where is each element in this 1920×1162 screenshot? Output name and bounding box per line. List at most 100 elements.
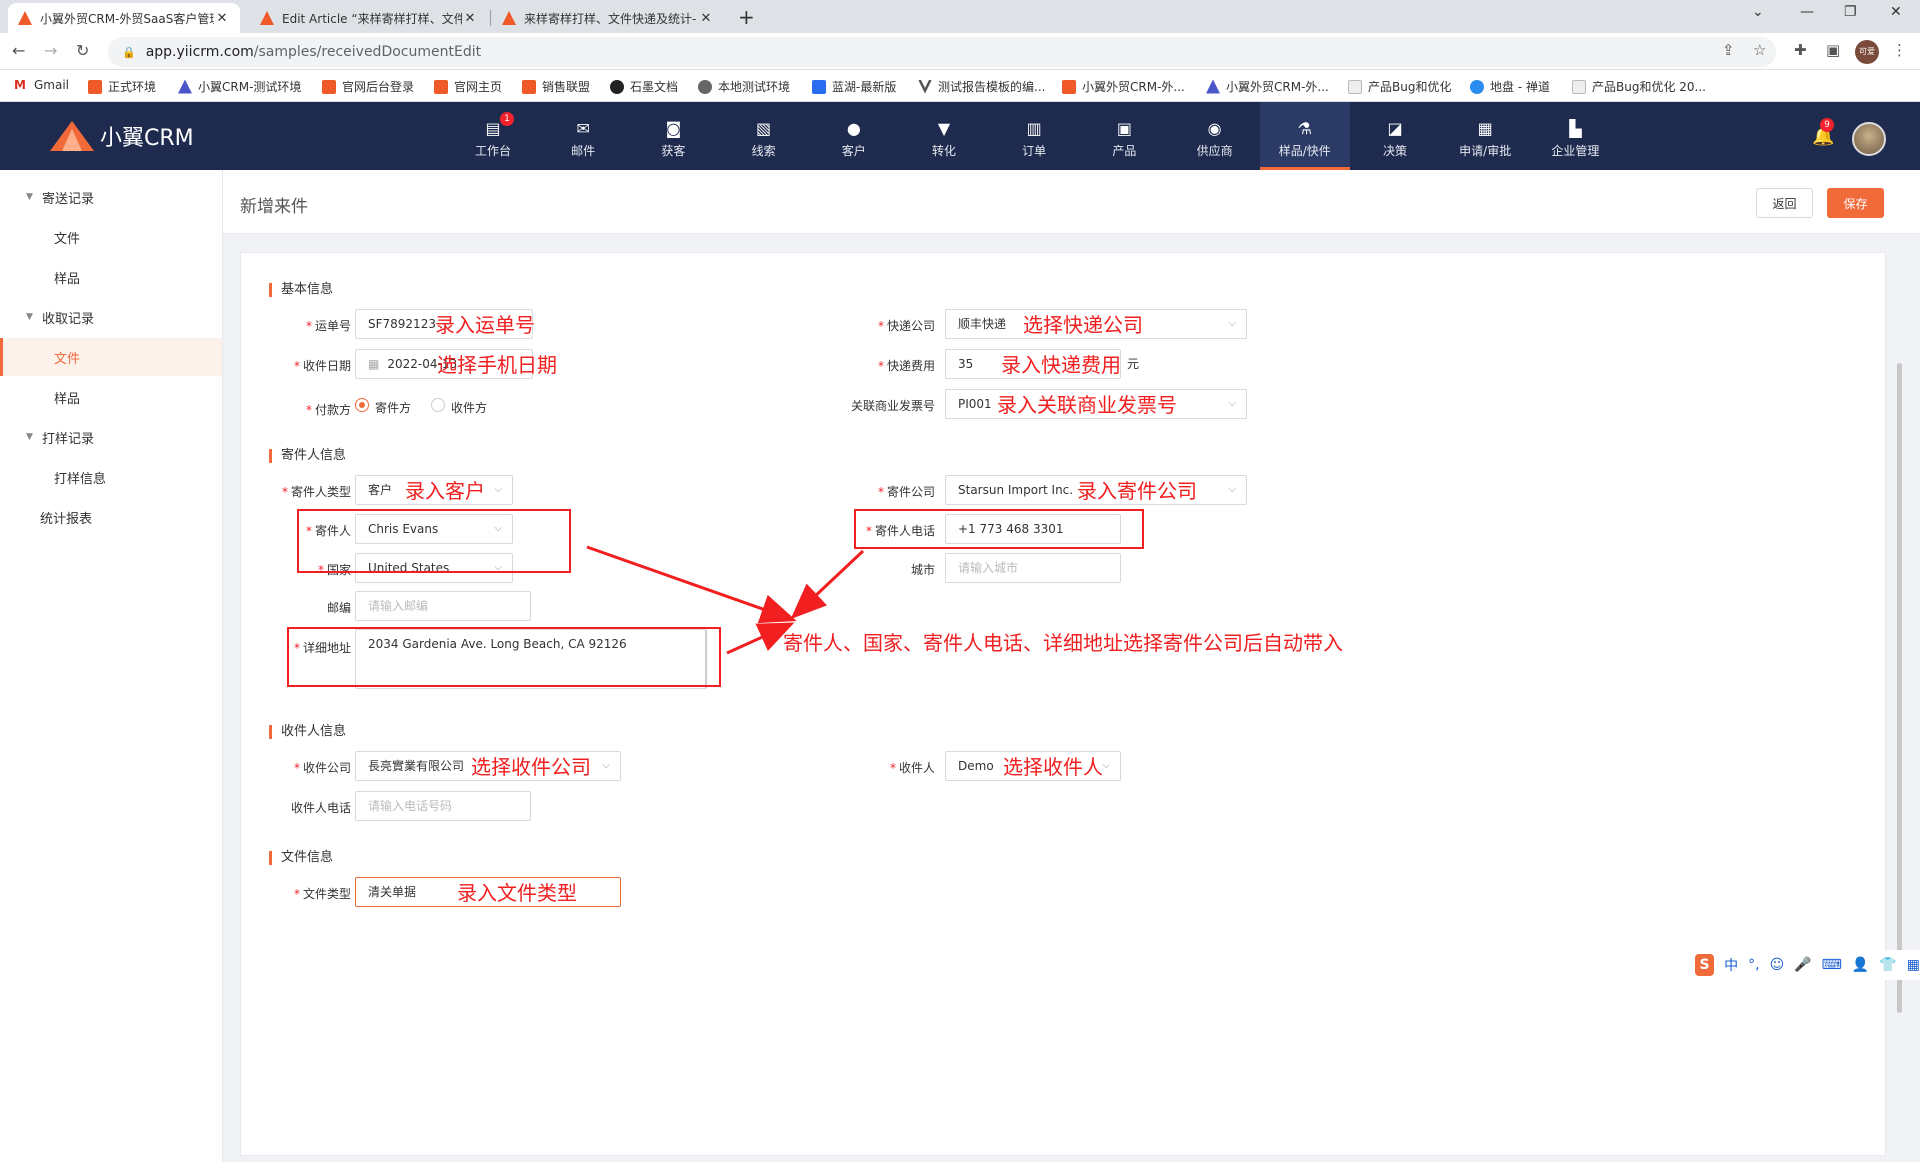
annotation-receiver-company: 选择收件公司	[471, 755, 591, 779]
doc-type-label: * 文件类型	[293, 887, 351, 901]
emoji-icon[interactable]: ☺	[1770, 957, 1785, 973]
share-icon[interactable]: ⇪	[1722, 41, 1735, 59]
mic-icon[interactable]: 🎤	[1794, 957, 1811, 973]
tab-title: 小翼外贸CRM-外贸SaaS客户管理	[40, 11, 214, 26]
approval-icon: ▦	[1477, 119, 1493, 138]
bookmark-label: 官网后台登录	[342, 80, 415, 94]
browser-tab-active[interactable]: 小翼外贸CRM-外贸SaaS客户管理 ✕	[8, 3, 240, 33]
url-host: app.yiicrm.com	[145, 44, 254, 60]
tab-close-icon[interactable]: ✕	[462, 11, 478, 26]
ime-mode[interactable]: 中	[1724, 955, 1738, 975]
nav-item[interactable]: ▤ 工作台 1	[448, 102, 538, 170]
sidebar-item[interactable]: 打样信息	[0, 458, 222, 496]
nav-item[interactable]: ▙ 企业管理	[1530, 102, 1620, 170]
sidebar-item[interactable]: 文件	[0, 218, 222, 256]
address-bar[interactable]: 🔒 app.yiicrm.com/samples/receivedDocumen…	[108, 37, 1776, 67]
nav-item[interactable]: ◪ 决策	[1350, 102, 1440, 170]
sidebar-item[interactable]: 文件	[0, 338, 222, 376]
nav-label: 产品	[1112, 144, 1137, 158]
close-window-icon[interactable]: ✕	[1890, 4, 1902, 20]
sidebar-label: 收取记录	[42, 311, 95, 327]
save-button[interactable]: 保存	[1827, 188, 1884, 218]
bookmark-item[interactable]: 测试报告模板的编...	[918, 78, 1045, 95]
sogou-ime-icon[interactable]: S	[1695, 954, 1715, 976]
app-logo[interactable]: 小翼CRM	[50, 120, 194, 152]
bookmark-item[interactable]: 地盘 - 禅道	[1470, 78, 1550, 95]
tab-search-icon[interactable]: ⌄	[1752, 4, 1764, 20]
lanhu-icon	[812, 79, 826, 94]
nav-item[interactable]: ▥ 订单	[989, 102, 1079, 170]
bookmark-item[interactable]: 小翼外贸CRM-外...	[1062, 78, 1185, 95]
punctuation-icon[interactable]: °,	[1748, 957, 1759, 973]
annotation-courier: 选择快递公司	[1023, 313, 1143, 337]
back-icon[interactable]: ←	[12, 41, 25, 60]
sidebar-group[interactable]: ▼ 寄送记录	[0, 178, 222, 216]
dashboard-icon: ▤	[485, 119, 501, 138]
extensions-icon[interactable]: ✚	[1794, 41, 1807, 59]
maximize-icon[interactable]: ❐	[1844, 4, 1857, 20]
user-avatar[interactable]	[1852, 122, 1886, 156]
keyboard-icon[interactable]: ⌨	[1822, 957, 1842, 973]
tab-close-icon[interactable]: ✕	[214, 11, 230, 26]
nav-item[interactable]: ▧ 线索	[719, 102, 809, 170]
receiver-phone-label: 收件人电话	[290, 801, 351, 815]
menu-kebab-icon[interactable]: ⋮	[1892, 41, 1907, 59]
arrow-line	[790, 549, 865, 620]
back-button[interactable]: 返回	[1756, 188, 1813, 218]
nav-item[interactable]: ▦ 申请/审批	[1440, 102, 1530, 170]
skin-icon[interactable]: 👕	[1879, 957, 1896, 973]
bookmark-label: 蓝湖-最新版	[832, 80, 897, 94]
bookmark-item[interactable]: 产品Bug和优化	[1348, 78, 1451, 95]
sidebar-group[interactable]: ▼ 打样记录	[0, 418, 222, 456]
logo-text: 小翼CRM	[100, 126, 194, 151]
sidebar-item[interactable]: 样品	[0, 258, 222, 296]
new-tab-icon[interactable]: +	[738, 5, 755, 29]
user-icon[interactable]: 👤	[1852, 957, 1869, 973]
bookmark-item[interactable]: M Gmail	[14, 78, 69, 92]
sidebar-item[interactable]: 样品	[0, 378, 222, 416]
crm-icon	[1062, 79, 1076, 94]
reload-icon[interactable]: ↻	[76, 41, 89, 60]
bookmark-item[interactable]: 小翼外贸CRM-外...	[1206, 78, 1329, 95]
nav-item[interactable]: ◉ 供应商	[1170, 102, 1260, 170]
crm-icon	[434, 79, 448, 94]
bookmark-label: 正式环境	[108, 80, 157, 94]
report-icon	[918, 79, 932, 94]
bookmark-item[interactable]: 官网后台登录	[322, 78, 414, 95]
browser-tab[interactable]: Edit Article “来样寄样打样、文件 ✕	[250, 3, 488, 33]
bookmark-item[interactable]: 销售联盟	[522, 78, 590, 95]
chevron-down-icon: ⌵	[1102, 760, 1110, 771]
sidebar-group[interactable]: ▼ 收取记录	[0, 298, 222, 336]
receiver-label: * 收件人	[889, 761, 935, 775]
side-panel-icon[interactable]: ▣	[1826, 41, 1840, 59]
bookmark-item[interactable]: 石墨文档	[610, 78, 678, 95]
sidebar-group[interactable]: 统计报表	[0, 498, 222, 536]
profile-avatar[interactable]: 可爱	[1855, 40, 1879, 64]
chart-icon: ◪	[1387, 119, 1403, 138]
nav-item[interactable]: ▼ 转化	[899, 102, 989, 170]
nav-item[interactable]: ✉ 邮件	[538, 102, 628, 170]
bookmark-star-icon[interactable]: ☆	[1753, 41, 1766, 59]
grid-icon[interactable]: ▦	[1907, 957, 1920, 973]
bookmark-item[interactable]: 正式环境	[88, 78, 156, 95]
browser-tab[interactable]: 来样寄样打样、文件快递及统计- ✕	[492, 3, 724, 33]
forward-icon[interactable]: →	[44, 41, 57, 60]
minimize-icon[interactable]: —	[1800, 4, 1814, 20]
bookmark-item[interactable]: 本地测试环境	[698, 78, 790, 95]
nav-item[interactable]: ⚗ 样品/快件	[1259, 102, 1350, 170]
form-scrollbar[interactable]	[1897, 363, 1902, 1013]
tab-title: Edit Article “来样寄样打样、文件	[282, 11, 462, 26]
arrow-line	[726, 622, 795, 655]
bookmark-item[interactable]: 小翼CRM-测试环境	[178, 78, 301, 95]
nav-item[interactable]: ▣ 产品	[1079, 102, 1169, 170]
nav-badge: 1	[500, 112, 514, 126]
nav-item[interactable]: ● 客户	[809, 102, 899, 170]
chevron-down-icon: ⌵	[602, 760, 610, 771]
receiver-phone-input[interactable]: 请输入电话号码	[355, 791, 531, 821]
nav-item[interactable]: ◙ 获客	[628, 102, 718, 170]
bookmark-item[interactable]: 官网主页	[434, 78, 502, 95]
tab-close-icon[interactable]: ✕	[698, 11, 714, 26]
nav-label: 线索	[751, 144, 776, 158]
bookmark-item[interactable]: 蓝湖-最新版	[812, 78, 896, 95]
bookmark-item[interactable]: 产品Bug和优化 20...	[1572, 78, 1706, 95]
